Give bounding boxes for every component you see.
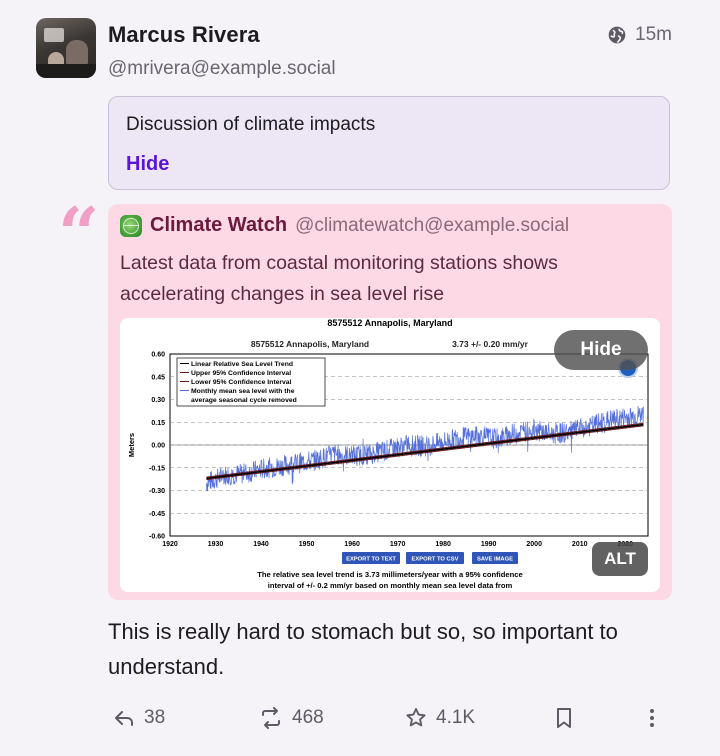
chart-caption-line: The relative sea level trend is 3.73 mil… — [257, 570, 523, 579]
x-tick-label: 1950 — [299, 541, 315, 548]
chart-title: 8575512 Annapolis, Maryland — [327, 318, 452, 328]
globe-icon — [608, 26, 626, 44]
quoted-author-name[interactable]: Climate Watch — [150, 214, 287, 237]
action-bar: 38 468 4.1K — [108, 706, 668, 740]
x-tick-label: 1990 — [481, 541, 497, 548]
y-tick-label: 0.60 — [151, 352, 165, 359]
boost-icon — [262, 707, 280, 729]
chart-export-button-label: EXPORT TO TEXT — [346, 557, 396, 563]
legend-entry: average seasonal cycle removed — [191, 397, 297, 404]
chart-caption-line: interval of +/- 0.2 mm/yr based on month… — [268, 581, 513, 590]
chart-export-button-label: EXPORT TO CSV — [412, 557, 459, 563]
boost-count: 468 — [292, 707, 324, 728]
bookmark-button[interactable] — [554, 706, 574, 730]
author-name[interactable]: Marcus Rivera — [108, 22, 260, 48]
quoted-author-handle[interactable]: @climatewatch@example.social — [295, 215, 569, 237]
y-tick-label: -0.15 — [149, 465, 165, 472]
legend-entry: Monthly mean sea level with the — [191, 388, 295, 395]
y-tick-label: 0.30 — [151, 397, 165, 404]
media-hide-button[interactable]: Hide — [554, 330, 648, 370]
status-post: Marcus Rivera @mrivera@example.social 15… — [0, 0, 720, 756]
post-body: This is really hard to stomach but so, s… — [108, 619, 618, 679]
chart-subtitle-trend: 3.73 +/- 0.20 mm/yr — [452, 339, 529, 349]
quoted-post[interactable]: Climate Watch @climatewatch@example.soci… — [108, 204, 672, 600]
x-tick-label: 1960 — [344, 541, 360, 548]
boost-button[interactable]: 468 — [258, 706, 324, 730]
legend-entry: Upper 95% Confidence Interval — [191, 370, 291, 377]
y-tick-label: 0.15 — [151, 420, 165, 427]
x-tick-label: 1970 — [390, 541, 406, 548]
bookmark-icon — [557, 708, 571, 728]
post-time[interactable]: 15m — [635, 24, 672, 46]
favorite-count: 4.1K — [436, 707, 476, 728]
x-tick-label: 2000 — [526, 541, 542, 548]
post-meta: 15m — [607, 24, 672, 46]
y-axis-label: Meters — [127, 433, 136, 457]
x-tick-label: 1920 — [162, 541, 178, 548]
y-tick-label: -0.45 — [149, 511, 165, 518]
reply-button[interactable]: 38 — [112, 706, 165, 730]
favorite-button[interactable]: 4.1K — [404, 706, 475, 730]
x-tick-label: 2010 — [572, 541, 588, 548]
quoted-post-header: Climate Watch @climatewatch@example.soci… — [120, 214, 569, 237]
content-warning-hide-button[interactable]: Hide — [126, 153, 169, 176]
quoted-author-avatar[interactable] — [120, 214, 142, 237]
y-tick-label: -0.60 — [149, 534, 165, 541]
more-options-button[interactable] — [648, 706, 656, 730]
content-warning-text: Discussion of climate impacts — [126, 114, 376, 135]
reply-count: 38 — [144, 707, 166, 728]
chart-subtitle-station: 8575512 Annapolis, Maryland — [251, 339, 369, 349]
quoted-post-text: Latest data from coastal monitoring stat… — [120, 252, 558, 305]
reply-icon — [115, 711, 133, 726]
chart-export-button-label: SAVE IMAGE — [477, 557, 513, 563]
content-warning: Discussion of climate impacts Hide — [108, 96, 670, 190]
author-avatar[interactable] — [36, 18, 96, 78]
legend-entry: Lower 95% Confidence Interval — [191, 379, 292, 386]
star-icon — [406, 708, 426, 727]
quote-icon: “ — [58, 191, 100, 276]
x-tick-label: 1930 — [208, 541, 224, 548]
y-tick-label: 0.45 — [151, 374, 165, 381]
y-tick-label: 0.00 — [151, 443, 165, 450]
legend-entry: Linear Relative Sea Level Trend — [191, 361, 293, 368]
x-tick-label: 1980 — [435, 541, 451, 548]
quoted-media-image[interactable]: 8575512 Annapolis, Maryland 8575512 Annap… — [120, 318, 660, 592]
more-vertical-icon — [650, 709, 654, 727]
media-alt-button[interactable]: ALT — [592, 542, 648, 576]
author-handle[interactable]: @mrivera@example.social — [108, 58, 336, 80]
x-tick-label: 1940 — [253, 541, 269, 548]
y-tick-label: -0.30 — [149, 488, 165, 495]
